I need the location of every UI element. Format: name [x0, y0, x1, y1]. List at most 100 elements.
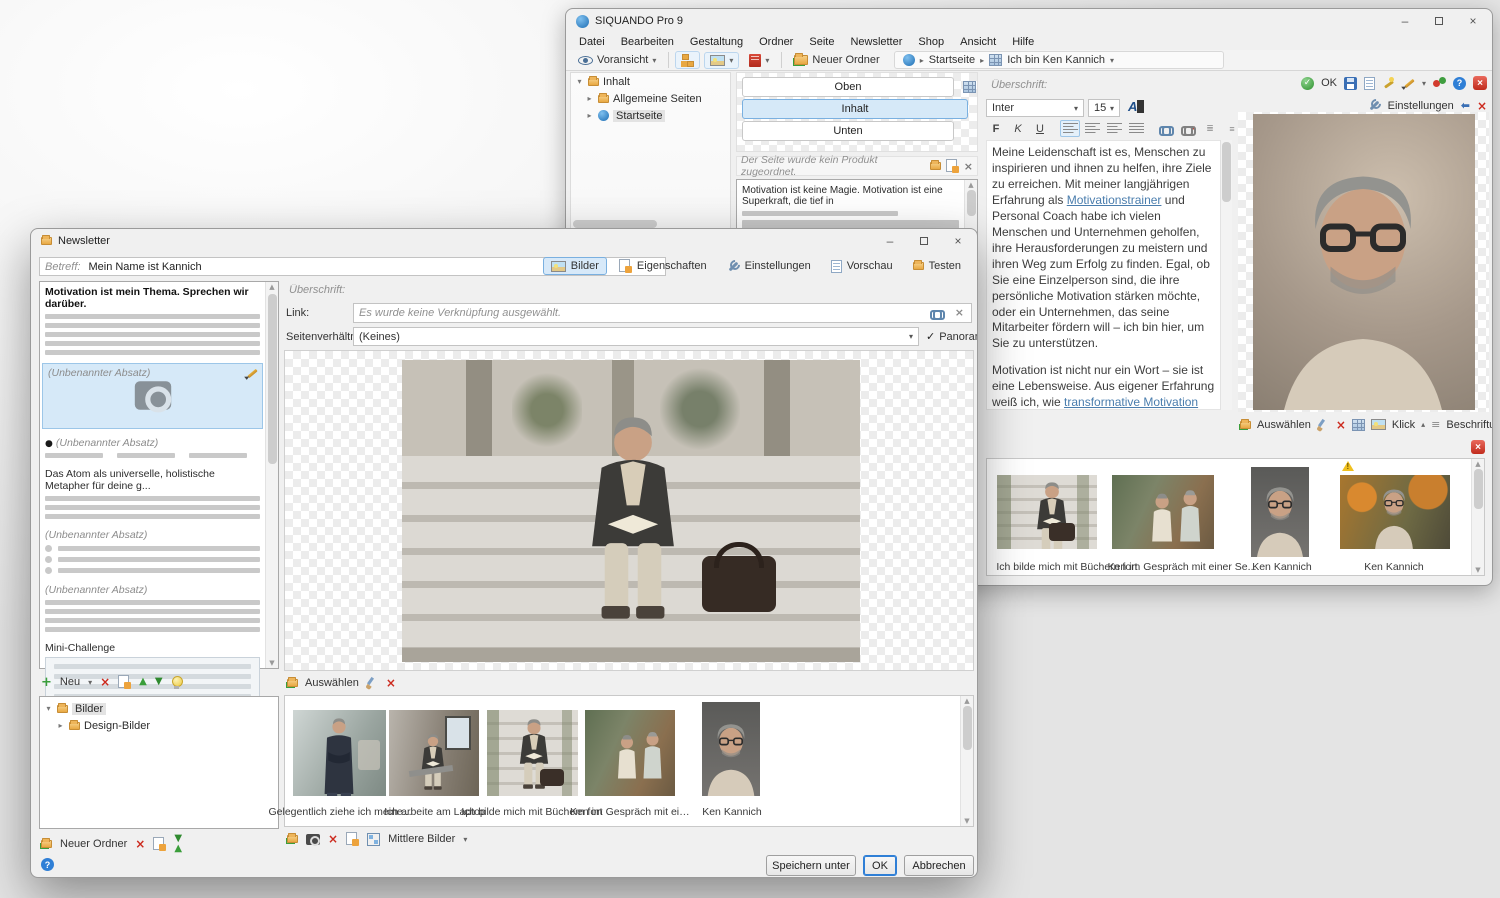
tab-vorschau[interactable]: Vorschau	[823, 257, 901, 276]
media-thumb-3[interactable]	[1251, 467, 1309, 557]
edit-item-icon[interactable]	[245, 367, 258, 380]
nl-minimize-button[interactable]: –	[873, 229, 907, 253]
list-item-2-selected[interactable]: (Unbenannter Absatz)	[42, 363, 263, 429]
portrait-photo[interactable]	[1253, 114, 1475, 410]
neuer-ordner-button[interactable]: Neuer Ordner	[788, 51, 885, 69]
newsletter-paragraph-list[interactable]: Motivation ist mein Thema. Sprechen wir …	[39, 281, 279, 669]
align-left-button[interactable]	[1060, 120, 1080, 137]
document-icon[interactable]	[1364, 77, 1375, 90]
voransicht-button[interactable]: Voransicht ▾	[572, 51, 662, 69]
list-item-4[interactable]: Das Atom als universelle, holistische Me…	[45, 468, 260, 519]
tab-bilder[interactable]: Bilder	[543, 257, 607, 275]
speichern-unter-button[interactable]: Speichern unter	[766, 855, 856, 876]
klick-dropdown[interactable]: Klick	[1392, 419, 1415, 431]
font-size-select[interactable]: 15▾	[1088, 99, 1120, 117]
help-icon[interactable]: ?	[1453, 77, 1466, 90]
tree-item-inhalt[interactable]: ▾ Inhalt	[571, 73, 730, 90]
thumb-size-dropdown[interactable]: Mittlere Bilder	[388, 833, 455, 845]
font-color-icon[interactable]: A	[1128, 99, 1144, 114]
list-item-5[interactable]: (Unbenannter Absatz)	[45, 529, 260, 574]
new-paragraph-button[interactable]: Neu	[60, 676, 80, 688]
add-image-icon[interactable]	[287, 835, 298, 843]
help-button[interactable]: ?	[41, 858, 54, 871]
editor-scrollbar[interactable]	[1220, 140, 1232, 410]
tree-hscrollbar[interactable]	[573, 220, 657, 228]
tree-item-allgemeine-seiten[interactable]: ▸ Allgemeine Seiten	[571, 90, 730, 107]
editor-settings-button[interactable]: Einstellungen	[1388, 100, 1454, 112]
nl-close-button[interactable]: ×	[941, 229, 975, 253]
design-button[interactable]: ▾	[743, 51, 775, 70]
edit-icon[interactable]	[1402, 77, 1415, 90]
clear-link-icon[interactable]: ×	[955, 306, 964, 319]
menu-ordner[interactable]: Ordner	[752, 35, 800, 49]
align-right-button[interactable]	[1104, 120, 1124, 137]
copy-folder-icon[interactable]	[153, 837, 166, 851]
link-icon[interactable]	[930, 308, 945, 318]
menu-datei[interactable]: Datei	[572, 35, 612, 49]
image-folder-tree[interactable]: ▾ Bilder ▸ Design-Bilder	[39, 696, 279, 829]
tab-eigenschaften[interactable]: Eigenschaften	[611, 256, 715, 276]
breadcrumb-page[interactable]: Startseite	[929, 54, 975, 66]
media-thumb-1[interactable]	[997, 475, 1097, 549]
align-justify-button[interactable]	[1126, 120, 1146, 137]
section-unten[interactable]: Unten	[742, 121, 954, 141]
clear-product-icon[interactable]: ×	[964, 160, 973, 173]
paragraph-list-scrollbar[interactable]: ▲▼	[265, 282, 278, 668]
insert-link-icon[interactable]	[1156, 120, 1176, 137]
list-item-3[interactable]: ● (Unbenannter Absatz)	[45, 437, 260, 458]
breadcrumb-item[interactable]: Ich bin Ken Kannich	[1007, 54, 1105, 66]
ok-icon[interactable]: ✓	[1301, 77, 1314, 90]
menu-bearbeiten[interactable]: Bearbeiten	[614, 35, 681, 49]
copy-paragraph-icon[interactable]	[118, 675, 131, 689]
tab-einstellungen[interactable]: Einstellungen	[719, 257, 819, 276]
nl-media-scrollbar[interactable]: ▲▼	[960, 696, 973, 826]
save-icon[interactable]	[1344, 77, 1357, 90]
close-media-strip-icon[interactable]: ×	[1471, 440, 1485, 454]
camera-icon[interactable]	[306, 834, 320, 845]
menu-ansicht[interactable]: Ansicht	[953, 35, 1003, 49]
tree-item-bilder[interactable]: ▾ Bilder	[40, 700, 278, 717]
brush-icon[interactable]	[366, 676, 379, 689]
list-icon[interactable]: ≣	[1200, 120, 1220, 137]
nl-thumb-4[interactable]	[585, 710, 675, 796]
list-item-1[interactable]: Motivation ist mein Thema. Sprechen wir …	[45, 286, 260, 355]
abbrechen-button[interactable]: Abbrechen	[904, 855, 974, 876]
main-image[interactable]	[402, 360, 860, 662]
menu-shop[interactable]: Shop	[911, 35, 951, 49]
list-item-6[interactable]: (Unbenannter Absatz)	[45, 584, 260, 632]
theme-icon[interactable]	[1433, 77, 1446, 90]
copy-image-icon[interactable]	[346, 832, 359, 846]
tree-item-startseite[interactable]: ▸ Startseite	[571, 107, 730, 124]
nl-maximize-button[interactable]	[907, 229, 941, 253]
underline-button[interactable]: U	[1030, 120, 1050, 137]
beschriftung-dropdown[interactable]: Beschriftung	[1446, 419, 1493, 431]
media-strip-scrollbar[interactable]: ▲▼	[1471, 459, 1484, 575]
image-style-button[interactable]: ▾	[704, 52, 739, 69]
move-down-icon[interactable]: ▼	[155, 677, 163, 687]
choose-image-button[interactable]: Auswählen	[1257, 419, 1311, 431]
minimize-button[interactable]: –	[1388, 9, 1422, 33]
undo-icon[interactable]: ⬅	[1461, 99, 1470, 112]
close-button[interactable]: ×	[1456, 9, 1490, 33]
move-up-icon[interactable]: ▲	[139, 677, 147, 687]
image-click-icon[interactable]	[1371, 419, 1386, 430]
discard-icon[interactable]: ×	[1477, 100, 1487, 112]
image-grid-icon[interactable]	[1352, 419, 1365, 431]
ratio-select[interactable]: (Keines)▾	[353, 327, 919, 346]
media-thumb-2[interactable]	[1112, 475, 1214, 549]
section-options-icon[interactable]	[963, 81, 976, 93]
nl-choose-image-button[interactable]: Auswählen	[305, 677, 359, 689]
site-icon[interactable]	[903, 54, 915, 66]
font-family-select[interactable]: Inter▾	[986, 99, 1084, 117]
menu-seite[interactable]: Seite	[802, 35, 841, 49]
tree-view-button[interactable]	[675, 51, 700, 69]
section-oben[interactable]: Oben	[742, 77, 954, 97]
panorama-checkbox[interactable]: ✓ Panorama	[926, 330, 978, 343]
assign-product-icon[interactable]	[930, 162, 941, 170]
menu-newsletter[interactable]: Newsletter	[843, 35, 909, 49]
copy-product-icon[interactable]	[946, 159, 959, 173]
nl-heading-input[interactable]	[284, 280, 972, 299]
nl-thumb-3[interactable]	[487, 710, 578, 796]
nl-thumb-2[interactable]	[389, 710, 479, 796]
align-center-button[interactable]	[1082, 120, 1102, 137]
